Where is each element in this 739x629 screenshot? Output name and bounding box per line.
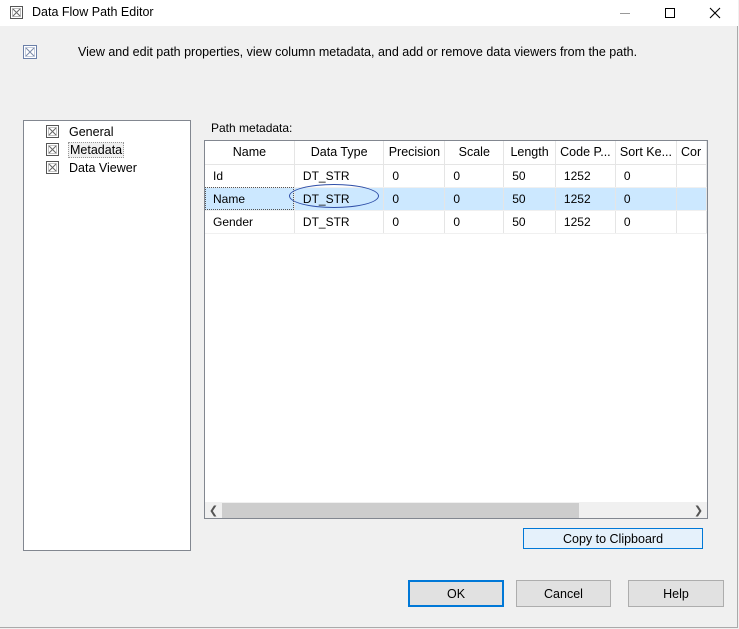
title-bar[interactable]: Data Flow Path Editor — [0, 0, 738, 26]
column-header[interactable]: Length — [503, 141, 556, 165]
nav-item-general[interactable]: General — [46, 123, 114, 140]
column-header[interactable]: Code P... — [555, 141, 616, 165]
table-row[interactable]: Id DT_STR 0 0 50 1252 0 — [205, 164, 707, 188]
ok-button[interactable]: OK — [408, 580, 504, 607]
table-row-selected[interactable]: Name DT_STR 0 0 50 1252 0 — [205, 187, 707, 211]
table-cell: 1252 — [555, 164, 616, 188]
column-header[interactable]: Name — [205, 141, 295, 165]
table-cell: 0 — [615, 164, 678, 188]
page-icon — [46, 143, 59, 156]
table-cell: 0 — [615, 187, 678, 211]
table-cell: 0 — [444, 210, 505, 234]
table-cell: 0 — [383, 210, 446, 234]
table-cell: 0 — [615, 210, 678, 234]
minimize-icon — [620, 13, 630, 14]
path-metadata-label: Path metadata: — [211, 121, 293, 135]
cancel-button[interactable]: Cancel — [516, 580, 611, 607]
table-cell: DT_STR — [294, 164, 385, 188]
table-header-row: Name Data Type Precision Scale Length Co… — [205, 141, 707, 165]
table-cell: 0 — [444, 164, 505, 188]
page-icon — [46, 125, 59, 138]
table-cell: 0 — [383, 164, 446, 188]
header-description: View and edit path properties, view colu… — [78, 45, 638, 59]
column-header[interactable]: Sort Ke... — [615, 141, 678, 165]
scroll-left-arrow-icon[interactable]: ❮ — [205, 502, 222, 518]
column-header[interactable]: Data Type — [294, 141, 385, 165]
table-cell: Id — [205, 164, 295, 188]
metadata-table: Name Data Type Precision Scale Length Co… — [205, 141, 707, 234]
nav-item-data-viewer[interactable]: Data Viewer — [46, 159, 138, 176]
column-header[interactable]: Precision — [383, 141, 446, 165]
table-cell: 50 — [503, 210, 556, 234]
table-cell: 1252 — [555, 210, 616, 234]
close-icon — [709, 7, 721, 19]
scrollbar-thumb[interactable] — [222, 503, 579, 518]
window-title: Data Flow Path Editor — [32, 5, 154, 19]
nav-item-metadata[interactable]: Metadata — [46, 141, 125, 158]
close-button[interactable] — [692, 0, 738, 26]
nav-item-label: Metadata — [68, 141, 125, 158]
scroll-right-arrow-icon[interactable]: ❯ — [690, 502, 707, 518]
table-row[interactable]: Gender DT_STR 0 0 50 1252 0 — [205, 210, 707, 234]
column-header[interactable]: Cor — [676, 141, 707, 165]
page-icon — [46, 161, 59, 174]
editor-icon — [23, 45, 37, 59]
table-cell: 50 — [503, 164, 556, 188]
table-cell — [676, 210, 707, 234]
table-cell: 1252 — [555, 187, 616, 211]
table-cell — [676, 187, 707, 211]
table-cell: DT_STR — [294, 187, 385, 211]
horizontal-scrollbar[interactable]: ❮ ❯ — [205, 502, 707, 518]
nav-item-label: General — [69, 124, 114, 139]
help-button[interactable]: Help — [628, 580, 724, 607]
table-cell: DT_STR — [294, 210, 385, 234]
table-cell — [676, 164, 707, 188]
table-cell: 0 — [383, 187, 446, 211]
minimize-button[interactable] — [602, 0, 648, 26]
table-cell: 50 — [503, 187, 556, 211]
maximize-icon — [665, 8, 675, 18]
table-cell: Gender — [205, 210, 295, 234]
column-header[interactable]: Scale — [444, 141, 505, 165]
maximize-button[interactable] — [647, 0, 693, 26]
dialog-icon — [10, 6, 23, 19]
metadata-grid[interactable]: Name Data Type Precision Scale Length Co… — [204, 140, 708, 519]
table-cell: Name — [205, 187, 295, 211]
nav-tree[interactable]: General Metadata Data Viewer — [23, 120, 191, 551]
nav-item-label: Data Viewer — [69, 160, 137, 175]
copy-to-clipboard-button[interactable]: Copy to Clipboard — [523, 528, 703, 549]
table-cell: 0 — [444, 187, 505, 211]
dialog-window: Data Flow Path Editor View and edit path… — [0, 0, 738, 628]
